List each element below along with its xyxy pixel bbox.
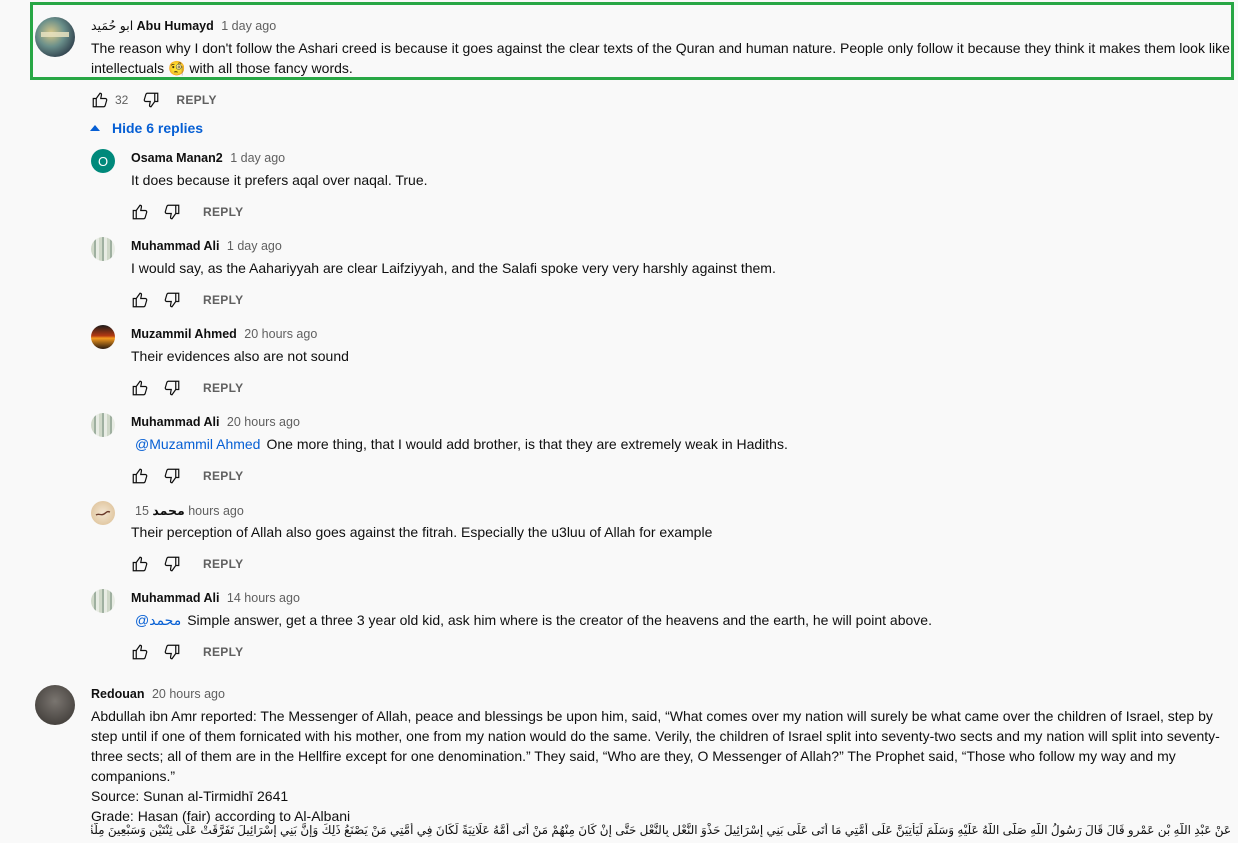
- comment-header: Redouan 20 hours ago: [91, 687, 225, 701]
- thumbs-up-icon[interactable]: [131, 467, 149, 485]
- timestamp[interactable]: 20 hours ago: [227, 415, 300, 429]
- reply-button[interactable]: REPLY: [203, 381, 243, 395]
- mention-link[interactable]: @محمد: [135, 612, 181, 628]
- hide-replies-label: Hide 6 replies: [112, 120, 204, 136]
- avatar[interactable]: [91, 413, 115, 437]
- author-name[interactable]: Redouan: [91, 687, 144, 701]
- author-name[interactable]: Muhammad Ali: [131, 239, 219, 253]
- triangle-up-icon: [90, 125, 100, 131]
- reply-actions: REPLY: [131, 378, 243, 398]
- timestamp[interactable]: 1 day ago: [221, 19, 276, 33]
- hide-replies-button[interactable]: Hide 6 replies: [90, 118, 203, 138]
- author-name-arabic[interactable]: ابو حُمَيد: [91, 19, 133, 33]
- comment-text-line: three sects; all of them are in the Hell…: [91, 748, 1176, 764]
- reply-header: Muhammad Ali 1 day ago: [131, 239, 282, 253]
- reply-button[interactable]: REPLY: [203, 557, 243, 571]
- timestamp[interactable]: 20 hours ago: [152, 687, 225, 701]
- timestamp[interactable]: 14 hours ago: [227, 591, 300, 605]
- like-count: 32: [115, 93, 129, 107]
- reply-text: @محمد Simple answer, get a three 3 year o…: [135, 610, 932, 630]
- comment-text-line: The reason why I don't follow the Ashari…: [91, 40, 1230, 56]
- author-name[interactable]: Abu Humayd: [137, 19, 214, 33]
- avatar[interactable]: [91, 501, 115, 525]
- comment-text-line: companions.”: [91, 768, 176, 784]
- thumbs-down-icon[interactable]: [163, 555, 181, 573]
- reply-button[interactable]: REPLY: [176, 93, 216, 107]
- reply-text-body: One more thing, that I would add brother…: [266, 436, 788, 452]
- face-with-monocle-icon: 🧐: [168, 60, 186, 76]
- avatar[interactable]: [91, 589, 115, 613]
- thumbs-down-icon[interactable]: [163, 291, 181, 309]
- thumbs-up-icon[interactable]: [131, 555, 149, 573]
- author-name[interactable]: Osama Manan2: [131, 151, 223, 165]
- reply-button[interactable]: REPLY: [203, 205, 243, 219]
- comment-text-line: Abdullah ibn Amr reported: The Messenger…: [91, 708, 1213, 724]
- reply-text: It does because it prefers aqal over naq…: [131, 172, 428, 188]
- arabic-hadith-text: عَنْ عَبْدِ اللَّهِ بْنِ عَمْرٍو قَالَ ق…: [91, 823, 1231, 837]
- comment-text-part: intellectuals: [91, 60, 165, 76]
- thumbs-down-icon[interactable]: [163, 643, 181, 661]
- reply-actions: REPLY: [131, 554, 243, 574]
- author-name[interactable]: Muhammad Ali: [131, 415, 219, 429]
- reply-text: I would say, as the Aahariyyah are clear…: [131, 260, 776, 276]
- avatar[interactable]: [91, 325, 115, 349]
- comment-text-line: step until if one of them fornicated wit…: [91, 728, 1220, 744]
- thumbs-down-icon[interactable]: [163, 203, 181, 221]
- avatar[interactable]: [35, 17, 75, 57]
- calligraphy-icon: [95, 510, 111, 516]
- comment-text-line: Source: Sunan al-Tirmidhī 2641: [91, 788, 289, 804]
- thumbs-up-icon[interactable]: [131, 291, 149, 309]
- comment-text-part: with all those fancy words.: [189, 60, 353, 76]
- reply-header: Muhammad Ali 14 hours ago: [131, 591, 300, 605]
- comment-header: ابو حُمَيد Abu Humayd 1 day ago: [91, 18, 276, 33]
- author-name[interactable]: Muzammil Ahmed: [131, 327, 237, 341]
- reply-actions: REPLY: [131, 202, 243, 222]
- timestamp[interactable]: 1 day ago: [227, 239, 282, 253]
- reply-text-body: Simple answer, get a three 3 year old ki…: [187, 612, 932, 628]
- avatar[interactable]: [35, 685, 75, 725]
- reply-text: @Muzammil Ahmed One more thing, that I wo…: [135, 434, 788, 454]
- reply-button[interactable]: REPLY: [203, 469, 243, 483]
- reply-header: Osama Manan2 1 day ago: [131, 151, 285, 165]
- thumbs-down-icon[interactable]: [163, 379, 181, 397]
- reply-actions: REPLY: [131, 290, 243, 310]
- thumbs-down-icon[interactable]: [163, 467, 181, 485]
- comment-text: The reason why I don't follow the Ashari…: [91, 38, 1236, 78]
- reply-text: Their perception of Allah also goes agai…: [131, 524, 713, 540]
- reply-header: محمد 15 hours ago: [131, 503, 244, 518]
- reply-actions: REPLY: [131, 642, 243, 662]
- thumbs-up-icon[interactable]: [131, 203, 149, 221]
- comment-text: Abdullah ibn Amr reported: The Messenger…: [91, 706, 1236, 826]
- reply-text: Their evidences also are not sound: [131, 348, 349, 364]
- reply-actions: REPLY: [131, 466, 243, 486]
- reply-header: Muzammil Ahmed 20 hours ago: [131, 327, 317, 341]
- thumbs-up-icon[interactable]: [91, 91, 109, 109]
- thumbs-up-icon[interactable]: [131, 643, 149, 661]
- author-name[interactable]: Muhammad Ali: [131, 591, 219, 605]
- reply-button[interactable]: REPLY: [203, 645, 243, 659]
- avatar[interactable]: [91, 237, 115, 261]
- avatar-letter: O: [97, 153, 109, 169]
- reply-button[interactable]: REPLY: [203, 293, 243, 307]
- thumbs-up-icon[interactable]: [131, 379, 149, 397]
- comment-text-line: intellectuals 🧐 with all those fancy wor…: [91, 58, 1236, 78]
- timestamp[interactable]: 20 hours ago: [244, 327, 317, 341]
- author-name[interactable]: محمد: [152, 504, 184, 518]
- mention-link[interactable]: @Muzammil Ahmed: [135, 436, 260, 452]
- thumbs-down-icon[interactable]: [142, 91, 160, 109]
- timestamp[interactable]: 1 day ago: [230, 151, 285, 165]
- avatar[interactable]: O: [91, 149, 115, 173]
- reply-header: Muhammad Ali 20 hours ago: [131, 415, 300, 429]
- comment-actions: 32 REPLY: [91, 90, 217, 110]
